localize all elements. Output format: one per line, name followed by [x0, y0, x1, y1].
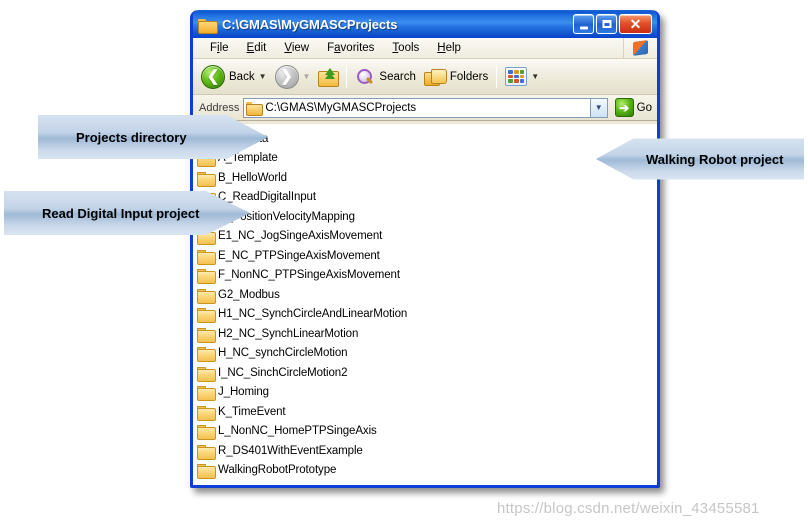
address-dropdown-icon[interactable]: ▼: [589, 98, 607, 117]
views-dropdown-icon[interactable]: ▼: [531, 72, 539, 81]
go-arrow-icon: ➔: [614, 98, 634, 117]
menu-bar: File Edit View Favorites Tools Help: [193, 38, 657, 59]
list-item[interactable]: E_NC_PTPSingeAxisMovement: [195, 246, 426, 266]
folder-icon: [197, 288, 216, 304]
go-label: Go: [636, 101, 652, 114]
back-button[interactable]: ❮ Back ▼: [197, 62, 271, 92]
toolbar-separator: [346, 65, 348, 88]
go-button[interactable]: ➔ Go: [612, 98, 655, 117]
folder-icon: [197, 424, 216, 441]
list-item-label: L_NonNC_HomePTPSingeAxis: [218, 425, 377, 438]
back-label: Back: [229, 70, 255, 83]
minimize-button[interactable]: [573, 14, 594, 34]
menu-item-tools[interactable]: Tools: [383, 40, 428, 56]
list-item-label: WalkingRobotPrototype: [218, 464, 337, 477]
list-item[interactable]: K_TimeEvent: [195, 402, 426, 422]
back-arrow-icon: ❮: [201, 64, 225, 89]
folders-button[interactable]: Folders: [420, 62, 492, 92]
list-item-label: R_DS401WithEventExample: [218, 444, 363, 457]
list-item-label: B_HelloWorld: [218, 171, 287, 184]
window-controls: ✕: [573, 14, 654, 34]
folder-icon: [197, 327, 216, 343]
list-item[interactable]: H2_NC_SynchLinearMotion: [195, 324, 426, 344]
watermark: https://blog.csdn.net/weixin_43455581: [497, 500, 760, 517]
forward-arrow-icon: ❯: [274, 64, 299, 89]
title-bar[interactable]: C:\GMAS\MyGMASCProjects ✕: [193, 10, 657, 38]
folders-icon: [423, 68, 447, 86]
list-item[interactable]: G2_Modbus: [195, 285, 426, 305]
window-title: C:\GMAS\MyGMASCProjects: [222, 16, 398, 32]
list-item[interactable]: J_Homing: [195, 383, 426, 403]
folder-icon: [197, 307, 216, 324]
callout-label: Projects directory: [76, 129, 187, 145]
explorer-window: C:\GMAS\MyGMASCProjects ✕ File Edit View…: [190, 10, 660, 488]
list-item-label: E1_NC_JogSingeAxisMovement: [218, 230, 383, 243]
menu-item-file[interactable]: File: [201, 40, 238, 56]
file-list[interactable]: .metadata A_Template B_HelloWorld C_Read…: [193, 124, 657, 485]
up-folder-icon: [318, 68, 340, 87]
folder-icon: [197, 171, 216, 187]
toolbar-separator: [496, 65, 498, 88]
list-item-label: E_NC_PTPSingeAxisMovement: [218, 249, 380, 262]
list-item-label: C_ReadDigitalInput: [218, 191, 316, 204]
folder-icon: [197, 346, 216, 363]
windows-flag-icon: [623, 38, 657, 58]
list-item-label: K_TimeEvent: [218, 405, 286, 418]
folder-icon: [197, 249, 216, 265]
menu-item-help[interactable]: Help: [428, 40, 470, 56]
back-dropdown-icon[interactable]: ▼: [259, 72, 267, 81]
folder-icon: [197, 463, 216, 480]
maximize-button[interactable]: [596, 14, 617, 34]
list-item-label: I_NC_SinchCircleMotion2: [218, 366, 348, 379]
search-button[interactable]: Search: [351, 62, 419, 92]
folder-icon: [197, 444, 216, 460]
list-item-label: J_Homing: [218, 386, 269, 399]
folder-icon: [197, 385, 216, 402]
list-item-label: H_NC_synchCircleMotion: [218, 347, 348, 360]
address-bar: Address C:\GMAS\MyGMASCProjects ▼ ➔ Go: [193, 95, 657, 121]
folders-label: Folders: [449, 70, 489, 83]
list-item[interactable]: H_NC_synchCircleMotion: [195, 344, 426, 364]
list-item[interactable]: L_NonNC_HomePTPSingeAxis: [195, 422, 426, 442]
search-label: Search: [379, 70, 416, 83]
views-button[interactable]: ▼: [501, 62, 543, 92]
folder-icon: [198, 17, 218, 34]
menu-item-favorites[interactable]: Favorites: [318, 40, 383, 56]
address-input[interactable]: C:\GMAS\MyGMASCProjects ▼: [243, 97, 608, 118]
up-button[interactable]: [314, 62, 342, 92]
maximize-icon: [602, 20, 611, 28]
screenshot-canvas: C:\GMAS\MyGMASCProjects ✕ File Edit View…: [0, 0, 808, 525]
folder-icon: [246, 101, 264, 116]
list-item[interactable]: R_DS401WithEventExample: [195, 441, 426, 461]
list-item-label: F_NonNC_PTPSingeAxisMovement: [218, 269, 400, 282]
address-value: C:\GMAS\MyGMASCProjects: [265, 101, 417, 114]
list-item[interactable]: I_NC_SinchCircleMotion2: [195, 363, 426, 383]
close-button[interactable]: ✕: [619, 14, 652, 34]
list-item-walkingrobotprototype[interactable]: WalkingRobotPrototype: [195, 461, 426, 481]
folder-icon: [197, 405, 216, 421]
toolbar: ❮ Back ▼ ❯ ▼ Search Folders ▼: [193, 59, 657, 95]
folder-icon: [197, 366, 216, 382]
callout-label: Read Digital Input project: [42, 205, 200, 221]
list-item[interactable]: F_NonNC_PTPSingeAxisMovement: [195, 266, 426, 286]
search-icon: [355, 68, 375, 86]
close-icon: ✕: [629, 16, 642, 32]
callout-label: Walking Robot project: [646, 151, 784, 167]
minimize-icon: [579, 26, 588, 30]
forward-dropdown-icon: ▼: [302, 72, 311, 81]
list-item-label: H1_NC_SynchCircleAndLinearMotion: [218, 308, 408, 321]
forward-button[interactable]: ❯ ▼: [271, 62, 315, 92]
address-label: Address: [199, 101, 240, 114]
menu-item-view[interactable]: View: [275, 40, 318, 56]
menu-item-edit[interactable]: Edit: [238, 40, 276, 56]
list-item-label: G2_Modbus: [218, 288, 280, 301]
folder-icon: [197, 268, 216, 285]
list-item[interactable]: B_HelloWorld: [195, 168, 426, 188]
list-item[interactable]: H1_NC_SynchCircleAndLinearMotion: [195, 305, 426, 325]
list-item-label: H2_NC_SynchLinearMotion: [218, 327, 359, 340]
views-icon: [505, 67, 528, 86]
list-item[interactable]: E1_NC_JogSingeAxisMovement: [195, 227, 426, 247]
